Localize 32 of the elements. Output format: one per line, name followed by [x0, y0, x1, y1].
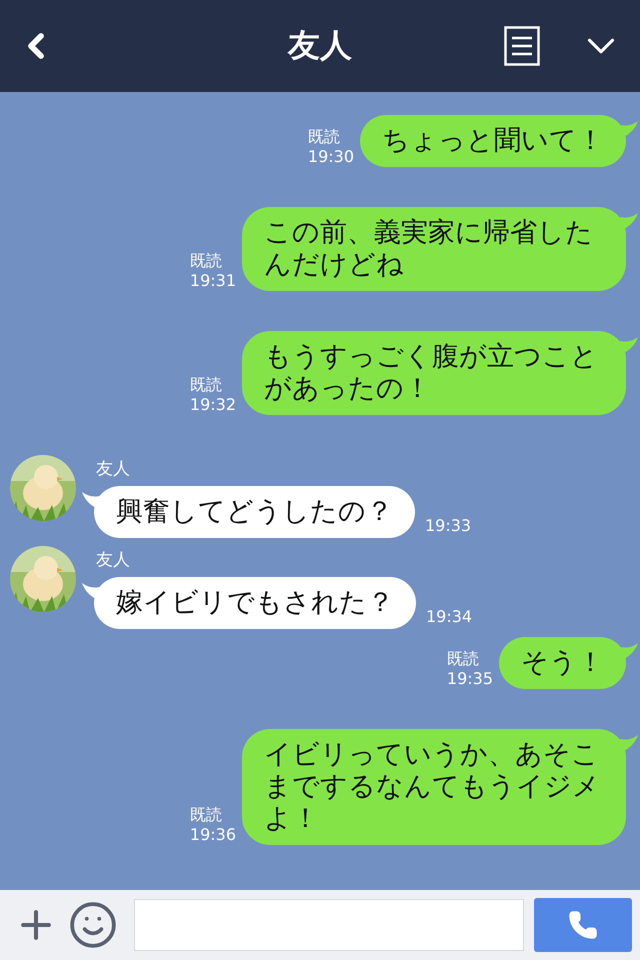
message-time: 19:32: [190, 395, 236, 415]
bubble-tail: [620, 337, 638, 355]
read-receipt: 既読: [446, 649, 480, 669]
message-bubble: 興奮してどうしたの？: [94, 486, 415, 538]
bubble-tail: [620, 121, 638, 139]
message-bubble: イビリっていうか、あそこまでするなんてもうイジメよ！: [242, 729, 626, 845]
message-time: 19:31: [190, 271, 236, 291]
read-receipt: 既読: [190, 805, 223, 825]
message-time: 19:36: [190, 825, 236, 845]
read-receipt: 既読: [190, 375, 223, 395]
message-time: 19:30: [308, 147, 354, 167]
message-bubble: もうすっごく腹が立つことがあったの！: [242, 331, 626, 415]
sender-name: 友人: [96, 549, 131, 572]
read-receipt: 既読: [190, 251, 223, 271]
message-bubble: そう！: [499, 637, 626, 689]
message-input[interactable]: [134, 899, 524, 951]
menu-icon[interactable]: [504, 26, 540, 66]
bubble-tail: [620, 213, 638, 231]
bubble-tail: [620, 735, 638, 753]
phone-icon: [568, 910, 598, 940]
smiley-icon[interactable]: [68, 900, 118, 950]
bubble-tail: [620, 643, 638, 661]
call-button[interactable]: [534, 898, 632, 952]
sender-name: 友人: [96, 458, 131, 481]
message-time: 19:35: [446, 669, 493, 689]
chat-title: 友人: [288, 25, 352, 66]
message-time: 19:34: [426, 607, 472, 627]
message-bubble: 嫁イビリでもされた？: [94, 577, 416, 629]
message-time: 19:33: [425, 516, 472, 536]
message-bubble: ちょっと聞いて！: [360, 115, 626, 167]
read-receipt: 既読: [308, 127, 341, 147]
message-bubble: この前、義実家に帰省したんだけどね: [242, 207, 626, 291]
